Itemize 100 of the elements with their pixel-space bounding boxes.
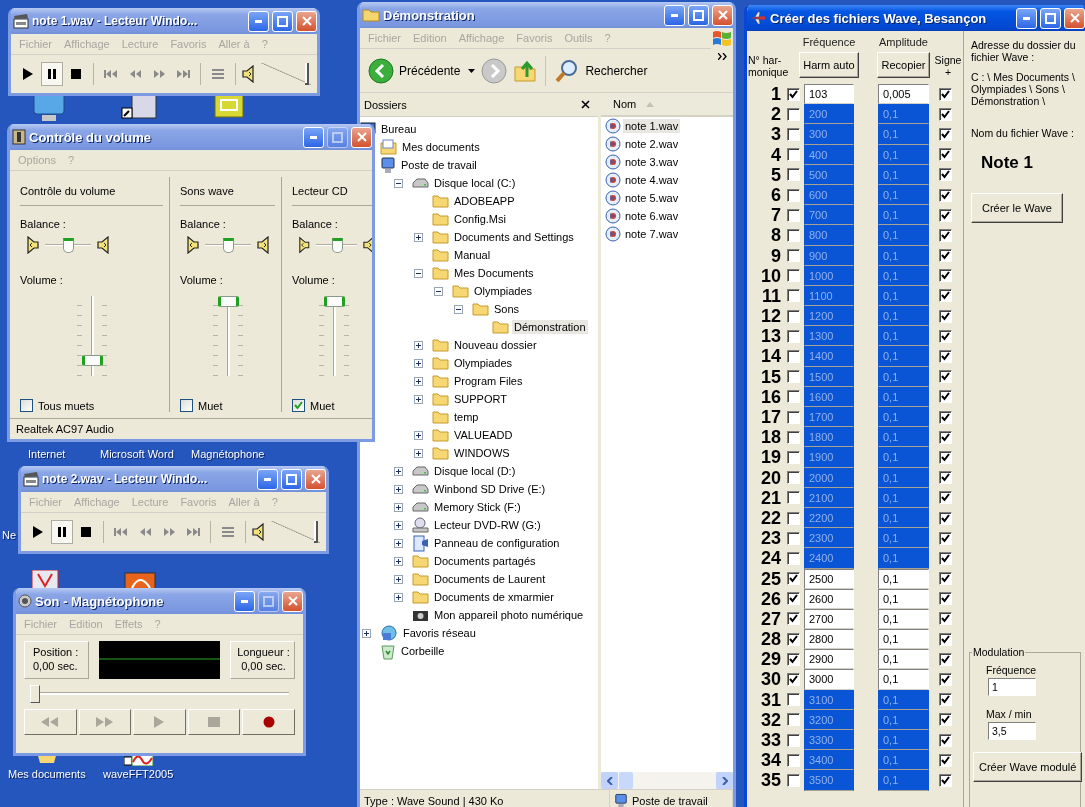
frequency-field[interactable]: 2100 xyxy=(804,487,854,508)
maximize-button[interactable] xyxy=(258,590,279,612)
tree-item[interactable]: Manual xyxy=(452,248,493,262)
tree-item[interactable]: Program Files xyxy=(452,374,525,388)
amplitude-field[interactable]: 0,1 xyxy=(878,285,929,307)
amplitude-field[interactable]: 0,1 xyxy=(878,427,929,448)
tree-item[interactable]: WINDOWS xyxy=(452,446,512,460)
tree-item[interactable]: Mon appareil photo numérique xyxy=(432,608,586,622)
enable-checkbox[interactable] xyxy=(787,693,800,707)
tree-item[interactable]: temp xyxy=(452,410,481,424)
search-button[interactable]: Rechercher xyxy=(552,55,650,86)
frequency-field[interactable]: 1600 xyxy=(804,386,854,407)
frequency-field[interactable]: 2200 xyxy=(804,507,854,529)
enable-checkbox[interactable] xyxy=(787,410,800,424)
expand-toggle[interactable] xyxy=(394,538,403,548)
amplitude-field[interactable]: 0,1 xyxy=(878,507,929,529)
tree-item[interactable]: Panneau de configuration xyxy=(432,536,562,550)
enable-checkbox[interactable] xyxy=(787,127,800,141)
amplitude-field[interactable]: 0,1 xyxy=(878,447,929,468)
menu-item[interactable]: Affichage xyxy=(64,38,110,50)
amplitude-field[interactable]: 0,1 xyxy=(878,669,929,690)
tree-item[interactable]: Disque local (C:) xyxy=(432,176,518,190)
menu-item[interactable]: ? xyxy=(261,38,268,50)
sign-checkbox[interactable] xyxy=(939,572,952,586)
amplitude-field[interactable]: 0,1 xyxy=(878,467,929,488)
rewind-button[interactable] xyxy=(24,709,77,735)
sign-checkbox[interactable] xyxy=(939,188,952,202)
sign-checkbox[interactable] xyxy=(939,531,952,545)
file-item[interactable]: note 2.wav xyxy=(623,137,681,151)
enable-checkbox[interactable] xyxy=(787,612,800,626)
menu-item[interactable]: Edition xyxy=(69,618,103,630)
tree-item[interactable]: Corbeille xyxy=(399,644,447,658)
enable-checkbox[interactable] xyxy=(787,289,800,303)
menu-item[interactable]: Aller à xyxy=(218,38,250,50)
sign-checkbox[interactable] xyxy=(939,168,952,182)
icon-label[interactable]: Ne xyxy=(2,529,17,541)
enable-checkbox[interactable] xyxy=(787,269,800,283)
sign-checkbox[interactable] xyxy=(939,612,952,626)
amplitude-field[interactable]: 0,1 xyxy=(878,225,929,246)
slider-thumb[interactable] xyxy=(217,296,239,307)
tree-item[interactable]: Config.Msi xyxy=(452,212,508,226)
file-item[interactable]: note 3.wav xyxy=(623,155,681,169)
frequency-field[interactable]: 600 xyxy=(804,184,854,206)
expand-toggle[interactable] xyxy=(394,502,403,512)
enable-checkbox[interactable] xyxy=(787,390,800,404)
dropdown-caret-icon[interactable] xyxy=(468,68,476,73)
expand-toggle[interactable] xyxy=(414,376,423,386)
close-button[interactable] xyxy=(1064,7,1085,29)
amplitude-field[interactable]: 0,1 xyxy=(878,770,929,791)
enable-checkbox[interactable] xyxy=(787,713,800,727)
tree-item[interactable]: Winbond SD Drive (E:) xyxy=(432,482,548,496)
tree-item[interactable]: VALUEADD xyxy=(452,428,515,442)
expand-toggle[interactable] xyxy=(394,556,403,566)
back-button[interactable]: Précédente xyxy=(366,55,463,86)
menu-item[interactable]: ? xyxy=(271,496,278,508)
frequency-field[interactable]: 2400 xyxy=(804,548,854,569)
tree-item[interactable]: Lecteur DVD-RW (G:) xyxy=(432,518,543,532)
menu-item[interactable]: Fichier xyxy=(368,32,401,44)
amplitude-field[interactable]: 0,1 xyxy=(878,568,929,589)
close-button[interactable] xyxy=(712,4,733,26)
icon-label[interactable]: Magnétophone xyxy=(191,448,265,460)
balance-slider[interactable] xyxy=(315,238,358,252)
sign-checkbox[interactable] xyxy=(939,592,952,606)
tree-item[interactable]: Disque local (D:) xyxy=(432,464,518,478)
enable-checkbox[interactable] xyxy=(787,87,800,101)
sign-checkbox[interactable] xyxy=(939,410,952,424)
menu-item[interactable]: Favoris xyxy=(170,38,207,50)
close-button[interactable] xyxy=(296,10,317,32)
frequency-field[interactable]: 300 xyxy=(804,124,854,145)
frequency-field[interactable]: 800 xyxy=(804,225,854,246)
amplitude-field[interactable]: 0,1 xyxy=(878,407,929,428)
frequency-field[interactable]: 1500 xyxy=(804,366,854,387)
amplitude-field[interactable]: 0,1 xyxy=(878,164,929,185)
sign-checkbox[interactable] xyxy=(939,87,952,101)
balance-slider[interactable] xyxy=(45,238,91,252)
enable-checkbox[interactable] xyxy=(787,491,800,505)
enable-checkbox[interactable] xyxy=(787,773,800,787)
sign-checkbox[interactable] xyxy=(939,269,952,283)
sign-checkbox[interactable] xyxy=(939,329,952,343)
expand-toggle[interactable] xyxy=(394,520,403,530)
frequency-field[interactable]: 2500 xyxy=(804,568,854,589)
minimize-button[interactable] xyxy=(257,468,278,490)
minimize-button[interactable] xyxy=(664,4,685,26)
enable-checkbox[interactable] xyxy=(787,350,800,364)
frequency-field[interactable]: 3000 xyxy=(804,669,854,690)
tree-item[interactable]: Documents partagés xyxy=(432,554,538,568)
tree-item[interactable]: ADOBEAPP xyxy=(452,194,517,208)
sign-checkbox[interactable] xyxy=(939,390,952,404)
expand-toggle[interactable] xyxy=(454,304,463,314)
tree-item[interactable]: Documents de Laurent xyxy=(432,572,548,586)
sign-checkbox[interactable] xyxy=(939,471,952,485)
expand-toggle[interactable] xyxy=(414,430,423,440)
sign-checkbox[interactable] xyxy=(939,673,952,687)
expand-toggle[interactable] xyxy=(394,178,403,188)
sign-checkbox[interactable] xyxy=(939,430,952,444)
slider-thumb[interactable] xyxy=(331,238,343,253)
amplitude-field[interactable]: 0,1 xyxy=(878,548,929,569)
sign-checkbox[interactable] xyxy=(939,249,952,263)
frequency-field[interactable]: 1000 xyxy=(804,265,854,286)
frequency-field[interactable]: 2600 xyxy=(804,588,854,609)
